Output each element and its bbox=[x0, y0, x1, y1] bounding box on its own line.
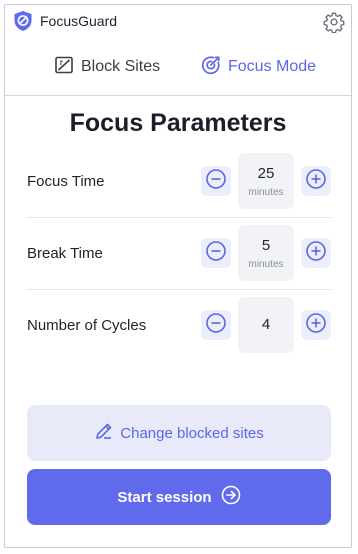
param-row-cycles: Number of Cycles 4 bbox=[27, 289, 331, 361]
increment-break-time-button[interactable] bbox=[301, 238, 331, 268]
cycles-value-box[interactable]: 4 bbox=[238, 297, 294, 353]
plus-circle-icon bbox=[305, 168, 327, 195]
minus-circle-icon bbox=[205, 168, 227, 195]
cycles-value: 4 bbox=[261, 316, 271, 333]
focus-time-unit: minutes bbox=[248, 187, 284, 198]
change-blocked-sites-button[interactable]: Change blocked sites bbox=[27, 405, 331, 461]
param-label: Focus Time bbox=[27, 172, 105, 190]
arrow-right-circle-icon bbox=[221, 485, 241, 509]
start-session-button[interactable]: Start session bbox=[27, 469, 331, 525]
cycles-stepper: 4 bbox=[201, 289, 331, 361]
tab-focus-mode-label: Focus Mode bbox=[228, 58, 317, 75]
change-blocked-sites-label: Change blocked sites bbox=[120, 424, 264, 442]
break-time-unit: minutes bbox=[248, 259, 284, 270]
start-session-label: Start session bbox=[117, 488, 212, 506]
break-time-value-box[interactable]: 5 minutes bbox=[238, 225, 294, 281]
tab-block-sites-label: Block Sites bbox=[81, 58, 161, 75]
block-sites-icon bbox=[54, 55, 74, 80]
focusguard-popup: FocusGuard Block Sites Focus Mode Focus … bbox=[4, 4, 352, 548]
decrement-focus-time-button[interactable] bbox=[201, 166, 231, 196]
increment-focus-time-button[interactable] bbox=[301, 166, 331, 196]
focus-time-value: 25 bbox=[257, 165, 275, 182]
decrement-cycles-button[interactable] bbox=[201, 310, 231, 340]
minus-circle-icon bbox=[205, 240, 227, 267]
focus-time-stepper: 25 minutes bbox=[201, 145, 331, 217]
focus-target-icon bbox=[201, 55, 221, 80]
settings-gear-icon[interactable] bbox=[323, 11, 345, 34]
pencil-icon bbox=[94, 421, 114, 445]
param-label: Number of Cycles bbox=[27, 316, 147, 334]
param-row-break-time: Break Time 5 minutes bbox=[27, 217, 331, 290]
tab-block-sites[interactable]: Block Sites bbox=[54, 39, 160, 95]
break-time-stepper: 5 minutes bbox=[201, 217, 331, 289]
plus-circle-icon bbox=[305, 312, 327, 339]
tabs-divider bbox=[5, 95, 351, 96]
section-title: Focus Parameters bbox=[69, 109, 287, 137]
break-time-value: 5 bbox=[261, 237, 271, 254]
top-bar: FocusGuard bbox=[5, 5, 351, 39]
app-title: FocusGuard bbox=[40, 13, 118, 29]
param-label: Break Time bbox=[27, 244, 103, 262]
minus-circle-icon bbox=[205, 312, 227, 339]
focus-time-value-box[interactable]: 25 minutes bbox=[238, 153, 294, 209]
plus-circle-icon bbox=[305, 240, 327, 267]
param-row-focus-time: Focus Time 25 minutes bbox=[27, 145, 331, 218]
increment-cycles-button[interactable] bbox=[301, 310, 331, 340]
mode-tabs: Block Sites Focus Mode bbox=[5, 39, 351, 95]
tab-focus-mode[interactable]: Focus Mode bbox=[201, 39, 316, 95]
decrement-break-time-button[interactable] bbox=[201, 238, 231, 268]
shield-logo-icon bbox=[13, 10, 33, 32]
